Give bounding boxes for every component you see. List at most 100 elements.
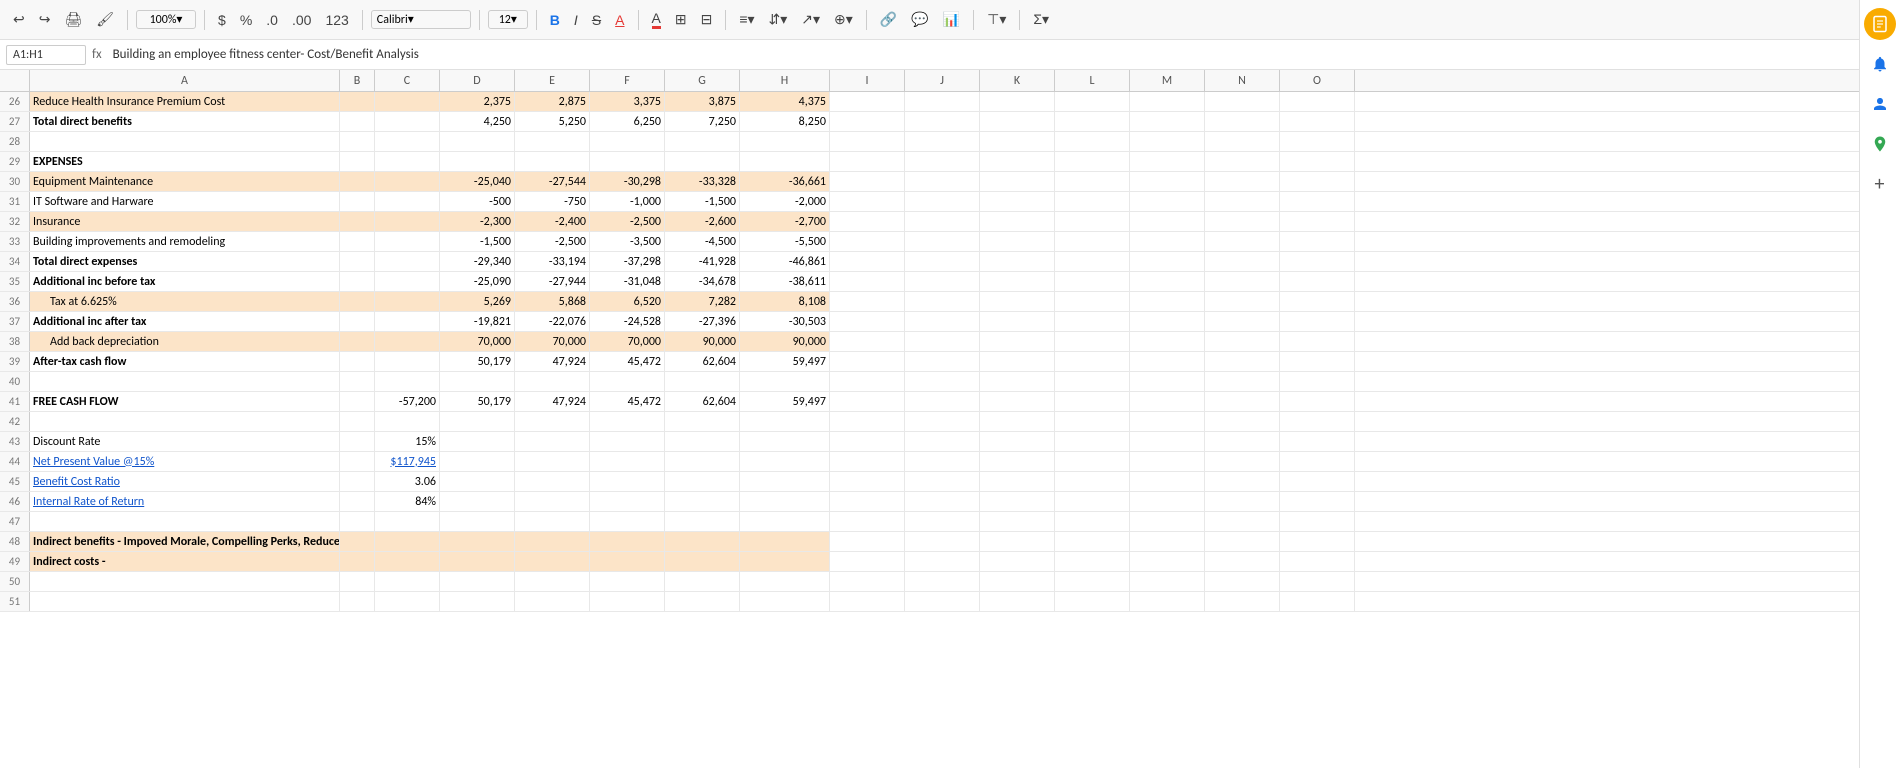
cell-k[interactable] [980, 232, 1055, 251]
cell-g[interactable]: 62,604 [665, 352, 740, 371]
cell-l[interactable] [1055, 92, 1130, 111]
cell-o[interactable] [1280, 412, 1355, 431]
cell-c[interactable] [375, 312, 440, 331]
cell-n[interactable] [1205, 172, 1280, 191]
cell-i[interactable] [830, 332, 905, 351]
cell-k[interactable] [980, 152, 1055, 171]
borders-button[interactable]: ⊞ [670, 8, 692, 31]
cell-o[interactable] [1280, 492, 1355, 511]
cell-g[interactable]: 3,875 [665, 92, 740, 111]
cell-j[interactable] [905, 572, 980, 591]
cell-k[interactable] [980, 192, 1055, 211]
cell-h[interactable]: 4,375 [740, 92, 830, 111]
col-header-l[interactable]: L [1055, 70, 1130, 91]
cell-e[interactable]: -27,544 [515, 172, 590, 191]
cell-d[interactable] [440, 512, 515, 531]
cell-j[interactable] [905, 312, 980, 331]
col-header-o[interactable]: O [1280, 70, 1355, 91]
function-button[interactable]: Σ▾ [1028, 8, 1054, 31]
cell-g[interactable] [665, 432, 740, 451]
cell-e[interactable] [515, 532, 590, 551]
cell-j[interactable] [905, 232, 980, 251]
table-row[interactable]: 51 [0, 592, 1899, 612]
cell-l[interactable] [1055, 232, 1130, 251]
cell-h[interactable] [740, 552, 830, 571]
cell-n[interactable] [1205, 212, 1280, 231]
cell-h[interactable]: -2,700 [740, 212, 830, 231]
cell-c[interactable] [375, 352, 440, 371]
cell-j[interactable] [905, 212, 980, 231]
cell-d[interactable]: 2,375 [440, 92, 515, 111]
cell-k[interactable] [980, 332, 1055, 351]
cell-l[interactable] [1055, 412, 1130, 431]
cell-h[interactable]: -30,503 [740, 312, 830, 331]
cell-c[interactable] [375, 192, 440, 211]
cell-e[interactable] [515, 412, 590, 431]
cell-a[interactable]: Net Present Value @15% [30, 452, 340, 471]
cell-a[interactable]: Additional inc before tax [30, 272, 340, 291]
cell-a[interactable]: Insurance [30, 212, 340, 231]
cell-f[interactable]: 70,000 [590, 332, 665, 351]
cell-a[interactable] [30, 132, 340, 151]
col-header-n[interactable]: N [1205, 70, 1280, 91]
col-header-j[interactable]: J [905, 70, 980, 91]
cell-l[interactable] [1055, 452, 1130, 471]
cell-c[interactable]: 84% [375, 492, 440, 511]
cell-n[interactable] [1205, 492, 1280, 511]
cell-a[interactable]: Internal Rate of Return [30, 492, 340, 511]
cell-i[interactable] [830, 312, 905, 331]
cell-j[interactable] [905, 172, 980, 191]
cell-f[interactable] [590, 132, 665, 151]
cell-b[interactable] [340, 472, 375, 491]
cell-d[interactable] [440, 452, 515, 471]
cell-n[interactable] [1205, 292, 1280, 311]
cell-f[interactable] [590, 372, 665, 391]
cell-g[interactable]: 62,604 [665, 392, 740, 411]
cell-a[interactable]: EXPENSES [30, 152, 340, 171]
cell-m[interactable] [1130, 572, 1205, 591]
cell-o[interactable] [1280, 572, 1355, 591]
cell-h[interactable] [740, 152, 830, 171]
cell-i[interactable] [830, 112, 905, 131]
cell-b[interactable] [340, 232, 375, 251]
cell-c[interactable]: 15% [375, 432, 440, 451]
cell-o[interactable] [1280, 472, 1355, 491]
table-row[interactable]: 26Reduce Health Insurance Premium Cost2,… [0, 92, 1899, 112]
notifications-icon[interactable] [1864, 48, 1896, 80]
table-row[interactable]: 32Insurance-2,300-2,400-2,500-2,600-2,70… [0, 212, 1899, 232]
cell-l[interactable] [1055, 492, 1130, 511]
cell-f[interactable] [590, 452, 665, 471]
cell-h[interactable]: -46,861 [740, 252, 830, 271]
cell-f[interactable] [590, 512, 665, 531]
dec-increase-button[interactable]: .00 [287, 9, 316, 31]
cell-n[interactable] [1205, 432, 1280, 451]
cell-k[interactable] [980, 512, 1055, 531]
cell-k[interactable] [980, 272, 1055, 291]
cell-e[interactable]: -750 [515, 192, 590, 211]
cell-o[interactable] [1280, 552, 1355, 571]
cell-c[interactable] [375, 512, 440, 531]
cell-d[interactable]: -1,500 [440, 232, 515, 251]
cell-m[interactable] [1130, 312, 1205, 331]
cell-d[interactable]: -500 [440, 192, 515, 211]
cell-l[interactable] [1055, 372, 1130, 391]
cell-i[interactable] [830, 232, 905, 251]
cell-b[interactable] [340, 192, 375, 211]
cell-d[interactable] [440, 132, 515, 151]
cell-e[interactable]: 2,875 [515, 92, 590, 111]
cell-o[interactable] [1280, 372, 1355, 391]
table-row[interactable]: 33Building improvements and remodeling-1… [0, 232, 1899, 252]
cell-l[interactable] [1055, 292, 1130, 311]
add-sidebar-button[interactable]: + [1864, 168, 1896, 200]
cell-l[interactable] [1055, 352, 1130, 371]
cell-j[interactable] [905, 352, 980, 371]
cell-j[interactable] [905, 112, 980, 131]
table-row[interactable]: 28 [0, 132, 1899, 152]
cell-b[interactable] [340, 432, 375, 451]
cell-a[interactable] [30, 412, 340, 431]
cell-h[interactable]: -36,661 [740, 172, 830, 191]
filter-button[interactable]: ⊤▾ [982, 8, 1011, 31]
table-row[interactable]: 34Total direct expenses-29,340-33,194-37… [0, 252, 1899, 272]
link-button[interactable]: 🔗 [875, 8, 902, 31]
cell-l[interactable] [1055, 392, 1130, 411]
